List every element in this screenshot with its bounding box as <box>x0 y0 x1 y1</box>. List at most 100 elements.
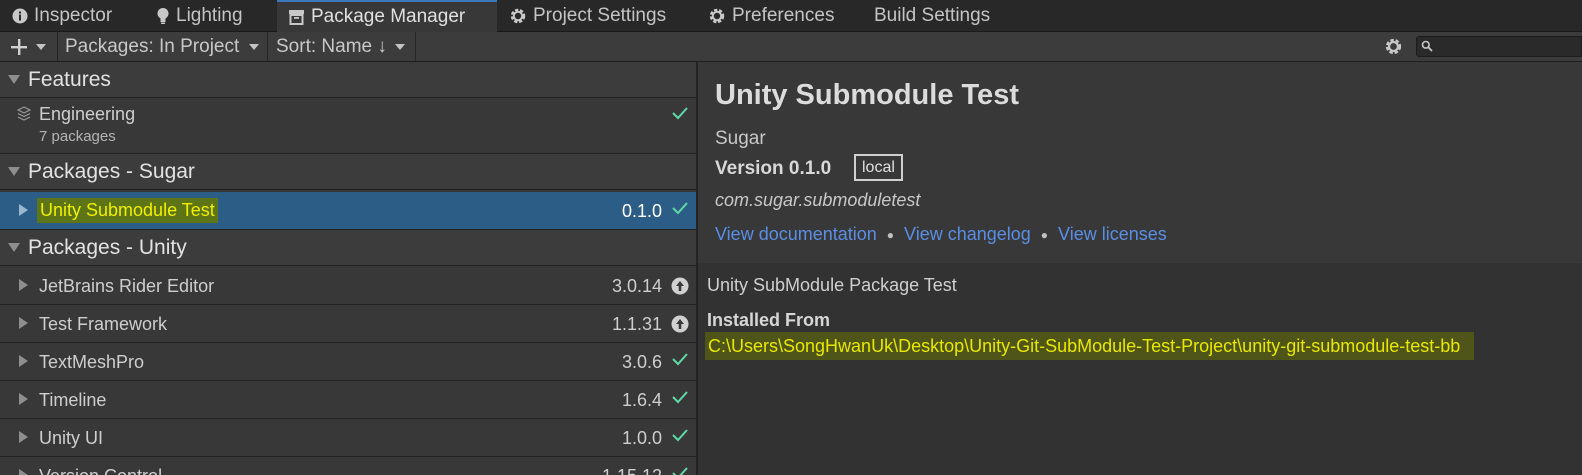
plus-icon <box>10 38 28 56</box>
tab-inspector[interactable]: Inspector <box>12 0 112 31</box>
package-version-label: Version 0.1.0 <box>715 158 832 179</box>
chevron-down-icon <box>249 43 260 50</box>
package-version: 1.6.4 <box>621 390 662 410</box>
group-header-unity[interactable]: Packages - Unity <box>0 230 696 266</box>
package-version: 3.0.14 <box>611 276 662 296</box>
package-version: 1.15.12 <box>602 466 662 475</box>
feature-item-engineering[interactable]: Engineering 7 packages <box>0 98 696 154</box>
tab-package-manager[interactable]: Package Manager <box>277 0 497 32</box>
expand-arrow-icon <box>19 431 28 443</box>
view-documentation-link[interactable]: View documentation <box>715 224 877 245</box>
source-badge: local <box>854 154 903 181</box>
package-description: Unity SubModule Package Test <box>707 275 957 295</box>
packages-filter-dropdown[interactable]: Packages: In Project <box>65 32 260 61</box>
package-row-textmeshpro[interactable]: TextMeshPro 3.0.6 <box>0 343 696 381</box>
gear-icon <box>509 7 533 25</box>
package-name: Unity UI <box>39 428 104 448</box>
package-row-version-control[interactable]: Version Control 1.15.12 <box>0 457 696 475</box>
installed-from-path[interactable]: C:\Users\SongHwanUk\Desktop\Unity-Git-Su… <box>705 332 1475 360</box>
package-author: Sugar <box>715 128 766 149</box>
check-icon <box>671 201 689 215</box>
filter-label: Packages: In Project <box>65 35 240 57</box>
search-icon <box>1421 40 1433 52</box>
package-name: Timeline <box>39 390 107 410</box>
tab-label: Lighting <box>176 4 243 26</box>
window-tab-bar: Inspector Lighting Package Manager Proje… <box>0 0 1582 32</box>
check-icon <box>671 390 689 404</box>
view-changelog-link[interactable]: View changelog <box>904 224 1031 245</box>
package-row-jetbrains-rider-editor[interactable]: JetBrains Rider Editor 3.0.14 <box>0 267 696 305</box>
tab-label: Package Manager <box>311 6 466 27</box>
package-name: Test Framework <box>39 314 168 334</box>
group-title: Features <box>28 67 111 91</box>
expand-arrow-icon <box>19 204 28 216</box>
gear-icon <box>708 7 732 25</box>
package-row-test-framework[interactable]: Test Framework 1.1.31 <box>0 305 696 343</box>
check-icon <box>671 466 689 475</box>
info-icon <box>12 8 34 24</box>
add-package-button[interactable] <box>10 32 46 61</box>
group-title: Packages - Sugar <box>28 159 195 183</box>
package-row-unity-submodule-test[interactable]: Unity Submodule Test 0.1.0 <box>0 192 696 230</box>
tab-preferences[interactable]: Preferences <box>708 0 834 31</box>
link-separator: ● <box>886 227 895 242</box>
feature-subtitle: 7 packages <box>39 128 116 145</box>
sort-dropdown[interactable]: Sort: Name ↓ <box>276 32 405 61</box>
bulb-icon <box>156 7 176 25</box>
tab-label: Inspector <box>34 4 113 26</box>
package-version: 3.0.6 <box>621 352 662 372</box>
update-icon <box>671 315 689 333</box>
group-header-sugar[interactable]: Packages - Sugar <box>0 154 696 190</box>
package-name: TextMeshPro <box>39 352 145 372</box>
tab-project-settings[interactable]: Project Settings <box>509 0 666 31</box>
expand-arrow-icon <box>19 355 28 367</box>
tab-label: Preferences <box>732 4 835 26</box>
tab-label: Project Settings <box>533 4 667 26</box>
tab-lighting[interactable]: Lighting <box>156 0 243 31</box>
expand-triangle-icon <box>8 243 20 252</box>
package-links: View documentation ● View changelog ● Vi… <box>715 224 1167 245</box>
layers-icon <box>17 106 31 122</box>
expand-triangle-icon <box>8 167 20 176</box>
package-details-body: Unity SubModule Package Test Installed F… <box>698 263 1582 475</box>
view-licenses-link[interactable]: View licenses <box>1058 224 1167 245</box>
package-version: 0.1.0 <box>621 201 662 221</box>
chevron-down-icon <box>394 43 405 50</box>
expand-arrow-icon <box>19 317 28 329</box>
expand-arrow-icon <box>19 279 28 291</box>
gear-icon <box>1384 37 1403 56</box>
package-row-timeline[interactable]: Timeline 1.6.4 <box>0 381 696 419</box>
package-name: JetBrains Rider Editor <box>39 276 215 296</box>
search-input[interactable] <box>1416 36 1582 57</box>
expand-arrow-icon <box>19 469 28 475</box>
link-separator: ● <box>1040 227 1049 242</box>
group-title: Packages - Unity <box>28 235 187 259</box>
sort-label: Sort: Name ↓ <box>276 35 387 57</box>
expand-arrow-icon <box>19 393 28 405</box>
feature-name: Engineering <box>39 104 136 124</box>
update-icon <box>671 277 689 295</box>
package-name: Version Control <box>39 466 162 475</box>
tab-build-settings[interactable]: Build Settings <box>874 0 990 31</box>
package-row-unity-ui[interactable]: Unity UI 1.0.0 <box>0 419 696 457</box>
advanced-settings-button[interactable] <box>1384 32 1403 61</box>
check-icon <box>671 428 689 442</box>
package-version: 1.0.0 <box>621 428 662 448</box>
check-icon <box>671 352 689 366</box>
expand-triangle-icon <box>8 75 20 84</box>
toolbar-divider <box>267 32 268 61</box>
package-icon <box>288 9 311 25</box>
package-name: Unity Submodule Test <box>37 198 218 223</box>
package-version: 1.1.31 <box>611 314 662 334</box>
package-identifier: com.sugar.submoduletest <box>715 190 921 210</box>
package-details-header: Unity Submodule Test Sugar Version 0.1.0… <box>698 62 1582 263</box>
package-manager-toolbar: Packages: In Project Sort: Name ↓ <box>0 32 1582 62</box>
group-header-features[interactable]: Features <box>0 62 696 98</box>
installed-from-label: Installed From <box>707 310 831 330</box>
tab-label: Build Settings <box>874 4 991 26</box>
package-title: Unity Submodule Test <box>715 79 1019 111</box>
toolbar-divider <box>57 32 58 61</box>
package-list: Features Engineering 7 packages Packages… <box>0 62 696 475</box>
chevron-down-icon <box>36 43 46 50</box>
toolbar-divider <box>415 32 416 61</box>
